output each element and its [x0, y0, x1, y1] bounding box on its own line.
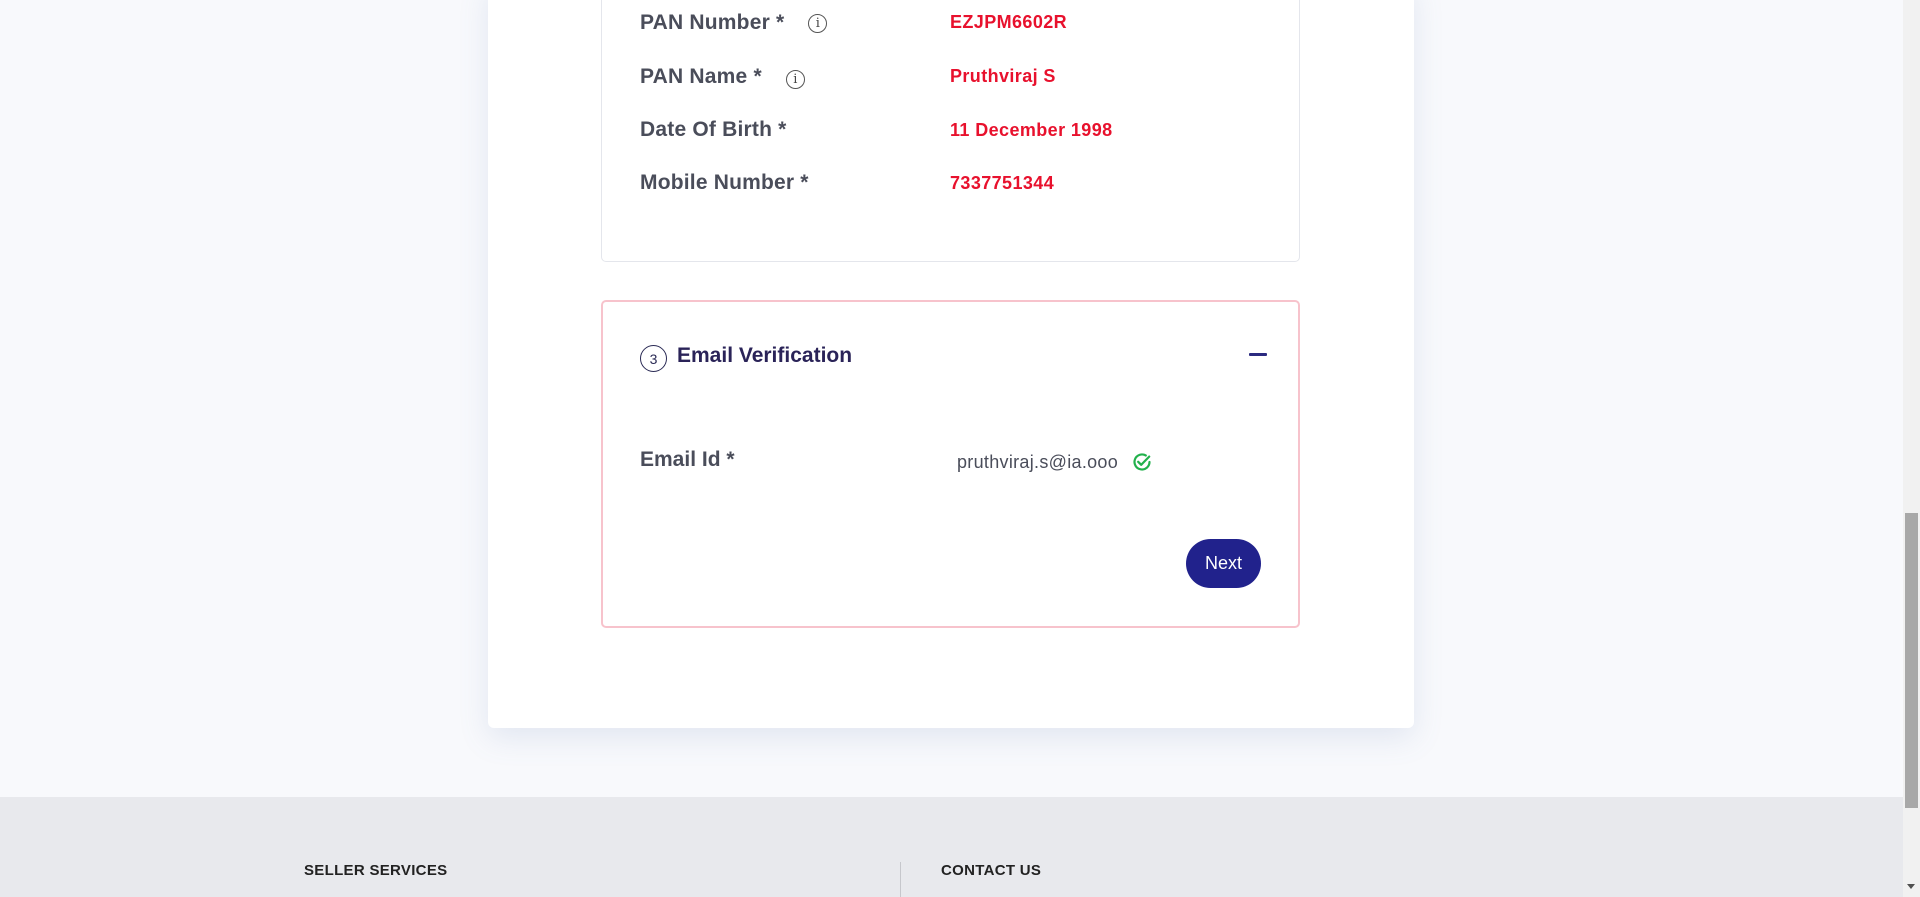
- pan-name-value: Pruthviraj S: [950, 66, 1056, 86]
- email-value: pruthviraj.s@ia.ooo: [957, 452, 1119, 472]
- footer-divider: [900, 862, 901, 897]
- pan-name-label: PAN Name *: [640, 65, 762, 88]
- dob-label: Date Of Birth *: [640, 118, 787, 141]
- mobile-row: Mobile Number *: [640, 168, 809, 198]
- mobile-value: 7337751344: [950, 173, 1055, 193]
- info-icon[interactable]: i: [808, 13, 828, 33]
- footer: [0, 797, 1903, 897]
- mobile-label: Mobile Number *: [640, 171, 809, 194]
- dob-value: 11 December 1998: [950, 120, 1113, 140]
- pan-number-row: PAN Number * i: [640, 8, 828, 38]
- dob-row: Date Of Birth *: [640, 115, 787, 145]
- email-label: Email Id *: [640, 448, 735, 471]
- section-title[interactable]: Email Verification: [677, 344, 852, 368]
- footer-seller-services-heading: SELLER SERVICES: [304, 862, 448, 879]
- pan-number-value: EZJPM6602R: [950, 12, 1068, 32]
- pan-name-row: PAN Name * i: [640, 62, 805, 92]
- collapse-minus-icon[interactable]: [1249, 353, 1267, 356]
- scroll-down-arrow-icon[interactable]: [1907, 884, 1915, 889]
- check-circle-icon: [1133, 453, 1151, 471]
- scrollbar-thumb[interactable]: [1905, 513, 1918, 808]
- next-button[interactable]: Next: [1186, 539, 1261, 588]
- pan-number-label: PAN Number *: [640, 11, 785, 34]
- footer-contact-us-heading: CONTACT US: [941, 862, 1042, 879]
- step-number-badge: 3: [640, 345, 667, 372]
- info-icon[interactable]: i: [785, 69, 805, 89]
